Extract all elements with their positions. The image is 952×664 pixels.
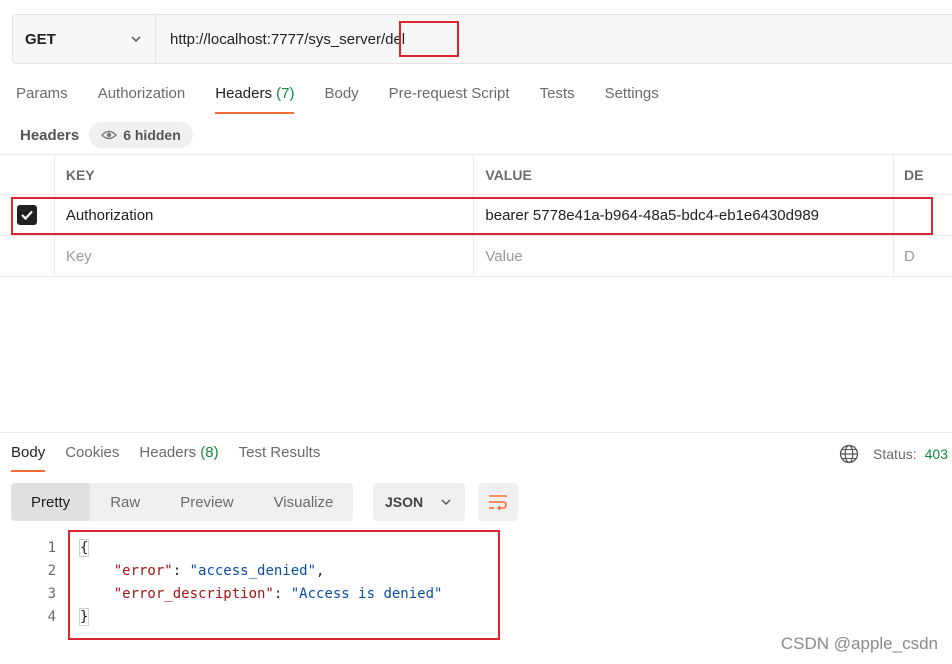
view-preview[interactable]: Preview xyxy=(160,483,253,521)
json-value: "Access is denied" xyxy=(290,585,443,602)
new-value-field[interactable]: Value xyxy=(474,236,894,276)
tab-settings[interactable]: Settings xyxy=(605,84,659,114)
url-suffix: /del xyxy=(380,30,406,48)
column-value: VALUE xyxy=(474,155,894,194)
line-number: 4 xyxy=(47,608,56,625)
table-row-empty: Key Value D xyxy=(0,236,952,277)
wrap-lines-icon xyxy=(489,495,507,511)
tab-tests[interactable]: Tests xyxy=(540,84,575,114)
language-label: JSON xyxy=(385,494,424,510)
tab-body[interactable]: Body xyxy=(324,84,358,114)
column-key: KEY xyxy=(55,155,475,194)
chevron-down-icon xyxy=(131,36,141,43)
headers-title: Headers xyxy=(20,126,80,144)
method-select[interactable]: GET xyxy=(13,15,156,63)
url-bar: GET http://localhost:7777/sys_server/del xyxy=(12,14,952,64)
response-tab-headers[interactable]: Headers (8) xyxy=(139,444,218,472)
tab-headers[interactable]: Headers (7) xyxy=(215,84,295,114)
response-tab-body[interactable]: Body xyxy=(11,444,46,472)
globe-icon[interactable] xyxy=(839,444,859,464)
view-mode-selector: Pretty Raw Preview Visualize xyxy=(11,483,354,521)
header-value-field[interactable]: bearer 5778e41a-b964-48a5-bdc4-eb1e6430d… xyxy=(474,195,894,235)
line-number: 2 xyxy=(47,562,56,579)
response-body: 1 { 2 "error": "access_denied", 3 "error… xyxy=(0,536,442,628)
response-tab-cookies[interactable]: Cookies xyxy=(65,444,119,472)
code-line: 4 } xyxy=(0,605,442,628)
code-line: 2 "error": "access_denied", xyxy=(0,559,442,582)
headers-table: KEY VALUE DE Authorization bearer 5778e4… xyxy=(0,154,952,277)
table-header-row: KEY VALUE DE xyxy=(0,154,952,195)
code-line: 1 { xyxy=(0,536,442,559)
hidden-headers-toggle[interactable]: 6 hidden xyxy=(89,122,193,148)
json-key: "error" xyxy=(113,562,173,579)
row-enabled-checkbox[interactable] xyxy=(16,205,37,225)
view-raw[interactable]: Raw xyxy=(90,483,160,521)
open-brace: { xyxy=(78,538,90,557)
response-headers-count: (8) xyxy=(200,444,219,461)
line-number: 3 xyxy=(47,585,56,602)
eye-icon xyxy=(101,130,118,140)
headers-subheader: Headers 6 hidden xyxy=(20,122,193,148)
table-row: Authorization bearer 5778e41a-b964-48a5-… xyxy=(0,195,952,236)
line-number: 1 xyxy=(47,539,56,556)
new-key-field[interactable]: Key xyxy=(55,236,475,276)
status-code[interactable]: 403 xyxy=(925,446,948,462)
url-prefix: http://localhost:7777/sys_server xyxy=(170,30,381,48)
chevron-down-icon xyxy=(441,499,451,506)
column-description: DE xyxy=(903,166,924,183)
status-label: Status: xyxy=(873,446,917,462)
header-key-field[interactable]: Authorization xyxy=(55,195,475,235)
response-tabs: Body Cookies Headers (8) Test Results xyxy=(11,444,340,472)
pane-divider[interactable] xyxy=(0,432,952,433)
close-brace: } xyxy=(78,607,90,626)
view-pretty[interactable]: Pretty xyxy=(11,483,91,521)
tab-pre-request-script[interactable]: Pre-request Script xyxy=(389,84,510,114)
view-visualize[interactable]: Visualize xyxy=(254,483,354,521)
hidden-count-label: 6 hidden xyxy=(123,127,181,143)
tab-params[interactable]: Params xyxy=(16,84,68,114)
check-icon xyxy=(21,210,33,221)
json-value: "access_denied" xyxy=(189,562,317,579)
request-tabs: Params Authorization Headers (7) Body Pr… xyxy=(16,84,689,116)
new-description-field[interactable]: D xyxy=(894,236,952,276)
method-label: GET xyxy=(25,30,56,48)
url-input[interactable]: http://localhost:7777/sys_server/del xyxy=(156,15,952,63)
code-line: 3 "error_description": "Access is denied… xyxy=(0,582,443,605)
tab-authorization[interactable]: Authorization xyxy=(98,84,186,114)
wrap-lines-button[interactable] xyxy=(478,483,518,521)
headers-count: (7) xyxy=(276,85,295,102)
language-select[interactable]: JSON xyxy=(373,483,465,521)
watermark: CSDN @apple_csdn xyxy=(780,634,938,653)
response-status: Status: 403 xyxy=(839,444,948,464)
json-key: "error_description" xyxy=(113,585,274,602)
response-tab-test-results[interactable]: Test Results xyxy=(239,444,321,472)
